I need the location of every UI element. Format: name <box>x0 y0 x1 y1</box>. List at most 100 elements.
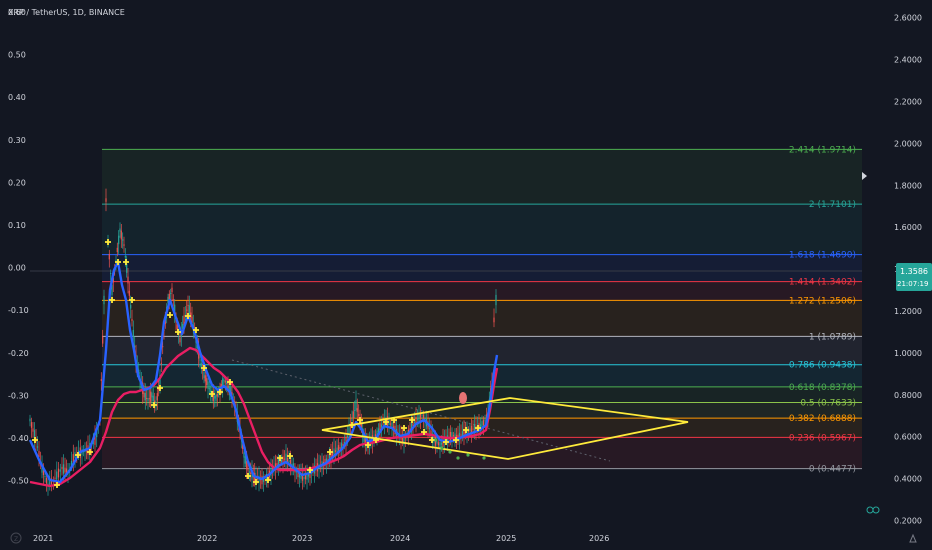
fib-zone <box>102 149 862 205</box>
candle-body <box>115 259 117 261</box>
candle-body <box>131 319 133 321</box>
fib-zone <box>102 204 862 255</box>
signal-dot <box>448 450 452 454</box>
price-badge-value: 1.3586 <box>900 267 928 276</box>
left-axis-label: 0.00 <box>8 264 26 273</box>
fib-label: 1.618 (1.4690) <box>789 251 856 261</box>
candle-body <box>186 309 188 311</box>
candle-body <box>207 381 209 389</box>
left-axis-label: -0.40 <box>8 434 29 443</box>
candle-body <box>303 477 305 479</box>
candle-body <box>160 362 162 364</box>
candle-body <box>482 419 485 426</box>
candle-body <box>495 294 497 306</box>
candle-body <box>105 198 107 202</box>
candle-body <box>156 393 158 401</box>
price-chart[interactable]: 2.414 (1.9714) 2 (1.7101) 1.618 (1.4690) 1.… <box>0 0 932 550</box>
candle-body <box>437 442 440 446</box>
candle-body <box>382 423 384 425</box>
candle-body <box>224 380 226 383</box>
candle-body <box>168 293 170 300</box>
candle-body <box>126 263 128 273</box>
candle-body <box>243 452 245 458</box>
candle-body <box>226 383 228 384</box>
candle-body <box>421 414 423 416</box>
right-axis-label: 2.6000 <box>894 14 922 23</box>
candle-body <box>179 337 181 343</box>
candle-body <box>339 447 341 449</box>
left-axis-label: 0.20 <box>8 178 26 187</box>
candle-body <box>61 466 63 470</box>
candle-body <box>64 467 66 473</box>
candle-body <box>29 418 31 422</box>
candle-body <box>128 290 130 296</box>
svg-text:Z: Z <box>14 536 18 543</box>
fib-label: 1.414 (1.3402) <box>789 278 856 288</box>
candle-body <box>120 230 122 240</box>
fib-label: 0.786 (0.9438) <box>789 361 856 371</box>
candle-body <box>151 392 153 398</box>
candle-body <box>351 419 353 421</box>
candle-body <box>279 460 281 464</box>
candle-body <box>143 392 145 398</box>
symbol-title[interactable]: XRP / TetherUS, 1D, BINANCE <box>8 8 125 17</box>
candle-body <box>54 477 56 479</box>
fib-label: 2.414 (1.9714) <box>789 145 856 155</box>
time-axis-label: 2024 <box>390 534 410 543</box>
candle-body <box>132 330 134 337</box>
candle-body <box>449 432 452 441</box>
right-axis-label: 1.8000 <box>894 181 922 190</box>
candle-body <box>493 317 495 323</box>
candle-body <box>484 419 486 421</box>
candle-body <box>469 428 471 432</box>
fib-zone <box>102 281 862 301</box>
left-axis-label: -0.30 <box>8 391 29 400</box>
candle-body <box>199 359 201 361</box>
right-axis-label: 0.4000 <box>894 475 922 484</box>
candle-body <box>460 434 462 436</box>
candle-body <box>30 422 33 428</box>
candle-body <box>172 299 174 301</box>
candle-body <box>352 411 354 419</box>
candle-body <box>208 388 210 390</box>
candle-body <box>286 457 289 462</box>
candle-body <box>118 235 120 245</box>
candle-body <box>452 435 455 437</box>
candle-body <box>416 418 419 420</box>
fib-zone <box>102 300 862 337</box>
fib-label: 0.382 (0.6888) <box>789 414 856 424</box>
candle-body <box>354 410 356 411</box>
right-axis-label: 1.6000 <box>894 223 922 232</box>
candle-body <box>436 441 438 444</box>
left-axis-label: 0.50 <box>8 51 26 60</box>
candle-body <box>57 468 60 478</box>
time-axis-label: 2023 <box>292 534 312 543</box>
right-axis-label: 1.0000 <box>894 349 922 358</box>
candle-body <box>479 424 482 427</box>
right-axis-label: 0.2000 <box>894 517 922 526</box>
candle-body <box>334 450 337 452</box>
left-axis-label: 0.10 <box>8 221 26 230</box>
left-axis-label: 0.40 <box>8 93 26 102</box>
candle-body <box>56 471 58 480</box>
candle-body <box>363 438 365 442</box>
candle-body <box>204 375 206 382</box>
candle-body <box>187 304 189 306</box>
candle-body <box>206 378 208 385</box>
fib-label: 0.5 (0.7633) <box>800 399 856 409</box>
left-axis-label: 0.30 <box>8 136 26 145</box>
candle-body <box>250 472 252 474</box>
candle-body <box>356 408 358 412</box>
price-badge-countdown: 21:07:19 <box>897 280 928 288</box>
candle-body <box>419 413 422 419</box>
candle-body <box>102 336 104 344</box>
candle-body <box>108 253 110 260</box>
fib-label: 0.618 (0.8378) <box>789 383 856 393</box>
candle-body <box>62 464 65 474</box>
candle-body <box>152 395 154 401</box>
candle-body <box>413 421 416 424</box>
right-axis-label: 0.6000 <box>894 433 922 442</box>
candle-body <box>122 239 124 241</box>
candle-body <box>119 228 121 232</box>
candle-body <box>215 394 217 402</box>
